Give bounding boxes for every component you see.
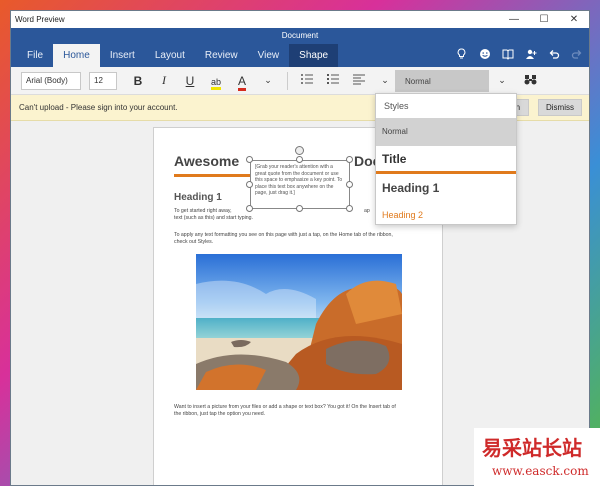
style-option-heading-1[interactable]: Heading 1: [376, 174, 516, 202]
app-window: Word Preview — ☐ ✕ Document File Home In…: [10, 10, 590, 486]
font-size-field[interactable]: 12: [89, 71, 117, 90]
share-people-icon[interactable]: [524, 48, 537, 63]
ribbon-tabs: File Home Insert Layout Review View Shap…: [11, 44, 589, 67]
document-title-bar: Document: [11, 28, 589, 44]
resize-handle[interactable]: [346, 156, 353, 163]
site-watermark: 易采站长站 www.easck.com: [474, 428, 600, 486]
reading-mode-icon[interactable]: [501, 48, 514, 63]
home-toolbar: Arial (Body) 12 B I U ab A ⌄ ⌄ Normal ⌄: [11, 67, 589, 95]
pull-quote-textbox[interactable]: [Grab your reader's attention with a gre…: [250, 160, 350, 209]
window-controls: — ☐ ✕: [499, 11, 589, 28]
rotate-handle-icon[interactable]: [295, 146, 304, 155]
document-title-text[interactable]: Awesome: [174, 153, 239, 169]
style-selector[interactable]: Normal: [395, 70, 489, 92]
font-color-button[interactable]: A: [229, 73, 255, 91]
paragraph-2-line-2: check out Styles.: [174, 239, 214, 245]
resize-handle[interactable]: [346, 205, 353, 212]
paragraph-3-line-1: Want to insert a picture from your files…: [174, 404, 396, 410]
paragraph-3[interactable]: Want to insert a picture from your files…: [174, 404, 424, 418]
style-option-normal[interactable]: Normal: [376, 118, 516, 146]
heading-1-text[interactable]: Heading 1: [174, 192, 222, 203]
paragraph-3-line-2: the ribbon, just tap the option you need…: [174, 411, 266, 417]
tab-review[interactable]: Review: [195, 44, 248, 67]
resize-handle[interactable]: [346, 181, 353, 188]
app-title: Word Preview: [15, 15, 65, 24]
font-color-label: A: [237, 73, 246, 91]
bullet-list-icon[interactable]: [294, 73, 320, 88]
underline-button[interactable]: U: [177, 74, 203, 88]
toolbar-divider: [287, 71, 288, 90]
title-bar: Word Preview — ☐ ✕: [11, 11, 589, 28]
watermark-logo-text: 易采站长站: [482, 436, 582, 460]
notification-message: Can't upload - Please sign into your acc…: [19, 103, 178, 112]
style-selector-value: Normal: [405, 76, 431, 86]
styles-dropdown: Styles Normal Title Heading 1 Heading 2: [375, 93, 517, 225]
tab-shape[interactable]: Shape: [289, 44, 339, 67]
more-format-chevron[interactable]: ⌄: [255, 75, 281, 86]
style-option-title[interactable]: Title: [376, 146, 516, 174]
watermark-url: www.easck.com: [492, 464, 589, 478]
smiley-feedback-icon[interactable]: [478, 48, 491, 63]
undo-icon[interactable]: [547, 48, 560, 63]
highlight-button[interactable]: ab: [203, 74, 229, 90]
resize-handle[interactable]: [296, 205, 303, 212]
paragraph-2[interactable]: To apply any text formatting you see on …: [174, 232, 424, 246]
tab-view[interactable]: View: [248, 44, 290, 67]
resize-handle[interactable]: [246, 205, 253, 212]
minimize-button[interactable]: —: [499, 11, 529, 28]
resize-handle[interactable]: [246, 181, 253, 188]
font-name-field[interactable]: Arial (Body): [21, 71, 81, 90]
highlight-label: ab: [210, 76, 221, 90]
dismiss-button[interactable]: Dismiss: [538, 99, 582, 116]
resize-handle[interactable]: [246, 156, 253, 163]
find-binoculars-icon[interactable]: [517, 74, 543, 88]
paragraph-2-line-1: To apply any text formatting you see on …: [174, 232, 393, 238]
bold-button[interactable]: B: [125, 74, 151, 88]
style-option-heading-2[interactable]: Heading 2: [376, 202, 516, 228]
tab-layout[interactable]: Layout: [145, 44, 195, 67]
document-title: Document: [281, 31, 319, 40]
close-button[interactable]: ✕: [559, 11, 589, 28]
ribbon-icon-group: [455, 44, 583, 67]
redo-icon[interactable]: [570, 48, 583, 63]
align-left-icon[interactable]: [346, 73, 372, 88]
style-dropdown-chevron[interactable]: ⌄: [489, 75, 515, 86]
resize-handle[interactable]: [296, 156, 303, 163]
numbered-list-icon[interactable]: [320, 73, 346, 88]
beach-rocks-image[interactable]: [196, 254, 402, 390]
italic-button[interactable]: I: [151, 73, 177, 88]
styles-dropdown-header: Styles: [384, 101, 409, 111]
tab-insert[interactable]: Insert: [100, 44, 145, 67]
tab-home[interactable]: Home: [53, 44, 100, 67]
lightbulb-icon[interactable]: [455, 48, 468, 63]
maximize-button[interactable]: ☐: [529, 11, 559, 28]
tab-file[interactable]: File: [17, 44, 53, 67]
title-underline: [174, 174, 250, 177]
